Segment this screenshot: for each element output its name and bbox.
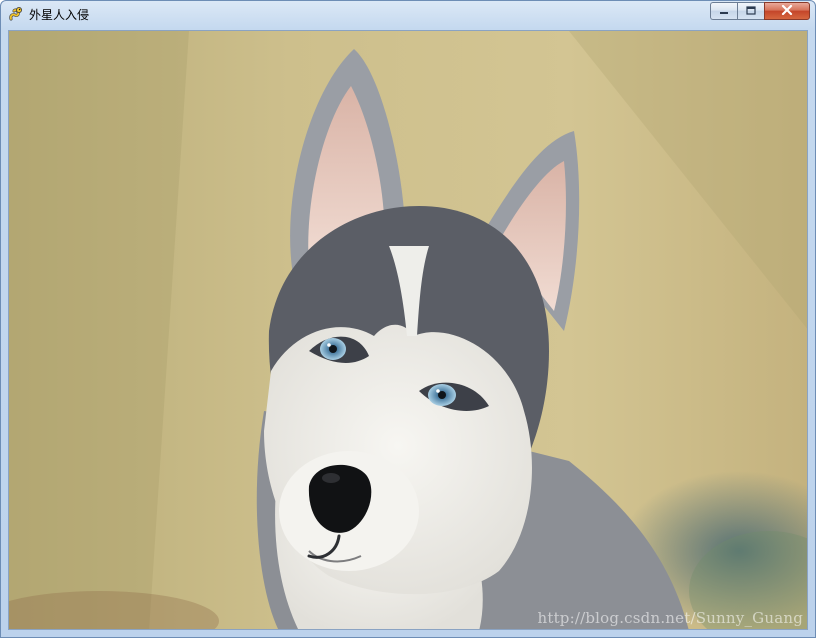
pygame-snake-icon[interactable] <box>8 6 24 22</box>
close-button[interactable] <box>764 2 810 20</box>
game-surface[interactable]: http://blog.csdn.net/Sunny_Guang <box>8 30 808 630</box>
minimize-icon <box>719 2 729 20</box>
minimize-button[interactable] <box>710 2 737 20</box>
maximize-button[interactable] <box>737 2 764 20</box>
watermark-text: http://blog.csdn.net/Sunny_Guang <box>537 609 803 627</box>
close-icon <box>781 2 793 20</box>
title-bar[interactable]: 外星人入侵 <box>1 1 815 29</box>
window-title: 外星人入侵 <box>29 8 90 22</box>
background-image <box>9 31 807 629</box>
caption-buttons <box>710 2 810 21</box>
app-window: 外星人入侵 http://blog.csdn.net/Sunny_Guang <box>0 0 816 638</box>
maximize-icon <box>746 2 756 20</box>
